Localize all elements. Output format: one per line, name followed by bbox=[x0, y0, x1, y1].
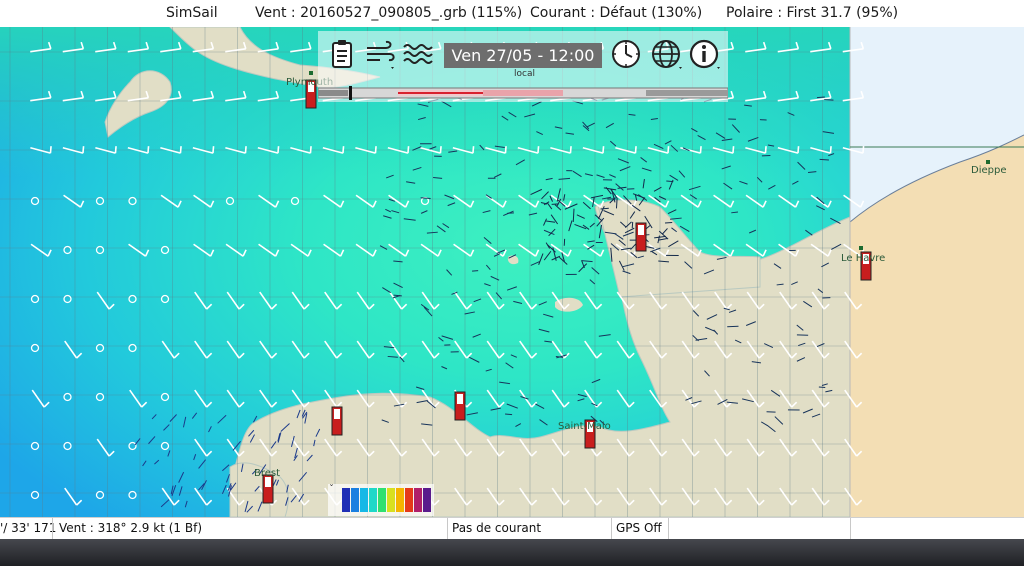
date-timezone: local bbox=[514, 69, 535, 79]
clock-button[interactable] bbox=[608, 36, 644, 72]
palette-swatch bbox=[387, 488, 395, 512]
wind-barb-feather bbox=[829, 146, 832, 154]
wind-barb-feather bbox=[309, 146, 312, 154]
chevron-down-icon[interactable]: ˇ bbox=[329, 484, 334, 495]
clipboard-icon bbox=[332, 40, 352, 68]
status-separator bbox=[668, 518, 669, 540]
current-arrow bbox=[824, 99, 834, 101]
info-icon bbox=[689, 39, 720, 69]
palette-swatch bbox=[396, 488, 404, 512]
tide-gauge bbox=[454, 391, 466, 421]
palette-swatch bbox=[414, 488, 422, 512]
date-display[interactable]: Ven 27/05 - 12:00 bbox=[444, 43, 602, 68]
label-saint-malo: Saint-Malo bbox=[558, 421, 611, 432]
current-arrow bbox=[506, 212, 514, 214]
current-arrow bbox=[816, 96, 825, 99]
wind-barb-feather bbox=[569, 146, 572, 154]
current-arrow bbox=[600, 207, 609, 210]
wind-barb-feather bbox=[699, 146, 702, 154]
status-gps: GPS Off bbox=[616, 521, 662, 535]
wind-barb-feather bbox=[504, 146, 507, 154]
tide-gauge-window bbox=[334, 409, 340, 419]
wind-barb-feather bbox=[634, 146, 637, 154]
tide-gauge bbox=[331, 406, 343, 436]
status-separator bbox=[611, 518, 612, 540]
wind-barb-feather bbox=[602, 146, 605, 154]
color-legend[interactable]: ˇ bbox=[328, 484, 434, 516]
status-wind: Vent : 318° 2.9 kt (1 Bf) bbox=[59, 521, 202, 535]
clock-icon bbox=[612, 40, 640, 68]
wind-barb-feather bbox=[147, 146, 150, 154]
globe-button[interactable] bbox=[648, 36, 684, 72]
palette-swatch bbox=[405, 488, 413, 512]
tide-gauge bbox=[635, 222, 647, 252]
wind-barb-feather bbox=[277, 146, 280, 154]
wind-button[interactable] bbox=[362, 36, 398, 72]
palette-swatch bbox=[360, 488, 368, 512]
wind-barb-feather bbox=[374, 146, 377, 154]
wind-barb-feather bbox=[114, 146, 117, 154]
wind-barb-feather bbox=[82, 146, 85, 154]
plymouth-marker bbox=[309, 71, 313, 75]
status-separator bbox=[447, 518, 448, 540]
waves-icon bbox=[403, 44, 433, 64]
current-button[interactable] bbox=[400, 36, 436, 72]
current-arrow bbox=[505, 413, 513, 416]
app-title: SimSail bbox=[166, 5, 218, 21]
status-separator bbox=[52, 518, 53, 540]
current-arrow bbox=[472, 270, 479, 272]
wind-barb-feather bbox=[862, 146, 865, 154]
dieppe-marker bbox=[986, 160, 990, 164]
wind-barb-feather bbox=[732, 146, 735, 154]
palette-swatch bbox=[342, 488, 350, 512]
polar-label: Polaire : First 31.7 (95%) bbox=[726, 5, 899, 21]
wind-barb-feather bbox=[667, 146, 670, 154]
tide-gauge-window bbox=[638, 225, 644, 235]
wind-barb-feather bbox=[764, 146, 767, 154]
clipboard-button[interactable] bbox=[324, 36, 360, 72]
tide-gauge bbox=[262, 474, 274, 504]
label-brest: Brest bbox=[254, 468, 281, 479]
status-current: Pas de courant bbox=[452, 521, 542, 535]
palette-swatch bbox=[351, 488, 359, 512]
status-separator bbox=[850, 518, 851, 540]
current-label: Courant : Défaut (130%) bbox=[530, 5, 703, 21]
wind-barb-feather bbox=[212, 146, 215, 154]
globe-icon bbox=[652, 40, 682, 69]
wind-barb-feather bbox=[537, 146, 540, 154]
wind-icon bbox=[367, 40, 395, 69]
wind-barb-feather bbox=[439, 146, 442, 154]
status-bar: '/ 33' 171 Vent : 318° 2.9 kt (1 Bf) Pas… bbox=[0, 517, 1024, 540]
current-arrow bbox=[615, 197, 618, 209]
timeline-slider[interactable] bbox=[317, 85, 729, 100]
tide-gauge-window bbox=[457, 394, 463, 404]
palette-swatch bbox=[378, 488, 386, 512]
wind-barb-feather bbox=[342, 146, 345, 154]
wind-barb-feather bbox=[407, 146, 410, 154]
wind-barb-feather bbox=[179, 146, 182, 154]
title-bar: SimSail Vent : 20160527_090805_.grb (115… bbox=[0, 0, 1024, 28]
wind-barb-feather bbox=[797, 146, 800, 154]
current-arrow bbox=[819, 158, 829, 161]
wind-file-label: Vent : 20160527_090805_.grb (115%) bbox=[255, 5, 523, 21]
wind-barb-feather bbox=[244, 146, 247, 154]
wind-barb-feather bbox=[472, 146, 475, 154]
timeline-thumb[interactable] bbox=[349, 86, 352, 100]
info-button[interactable] bbox=[686, 36, 722, 72]
palette-swatch bbox=[369, 488, 377, 512]
palette-swatch bbox=[423, 488, 431, 512]
desktop-background bbox=[0, 539, 1024, 566]
wind-barb-feather bbox=[49, 146, 52, 154]
le-havre-marker bbox=[859, 246, 863, 250]
label-dieppe: Dieppe bbox=[971, 165, 1007, 176]
label-le-havre: Le Havre bbox=[841, 253, 886, 264]
status-coordinates: '/ 33' 171 bbox=[0, 521, 57, 535]
